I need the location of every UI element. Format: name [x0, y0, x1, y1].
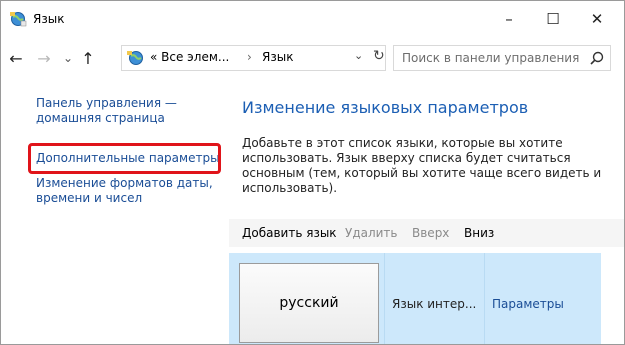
sidebar-item-label: домашняя страница [36, 111, 165, 125]
up-arrow-icon[interactable]: ↑ [79, 47, 97, 69]
close-button[interactable]: ✕ [575, 1, 619, 37]
description-line: основным (тем, который вы хотите чаще вс… [242, 166, 602, 180]
window-title: Язык [33, 12, 65, 26]
back-arrow-icon[interactable]: ← [7, 47, 25, 69]
address-dropdown-icon[interactable]: ⌄ [354, 49, 363, 62]
forward-arrow-icon[interactable]: → [35, 47, 53, 69]
sidebar-item-label: Панель управления — [36, 96, 177, 110]
magnifier-icon[interactable] [589, 50, 605, 66]
language-interface-status: Язык интер... [392, 297, 477, 311]
sidebar-item-control-panel-home[interactable]: Панель управления — домашняя страница [36, 96, 177, 126]
language-toolbar: Добавить язык Удалить Вверх Вниз [229, 219, 624, 247]
column-divider [484, 253, 485, 344]
control-panel-globe-icon [127, 51, 143, 65]
sidebar-item-label: времени и чисел [36, 191, 143, 205]
description-line: использовать. Язык вверху списка будет с… [242, 151, 571, 165]
address-bar[interactable]: « Все элем... › Язык ⌄ ↻ [121, 45, 386, 71]
remove-button[interactable]: Удалить [345, 226, 398, 240]
maximize-button[interactable]: ☐ [531, 1, 575, 37]
column-divider [384, 253, 385, 344]
search-input[interactable]: Поиск в панели управления [393, 45, 611, 71]
move-down-button[interactable]: Вниз [464, 226, 494, 240]
page-title: Изменение языковых параметров [242, 98, 529, 117]
language-options-link[interactable]: Параметры [492, 297, 564, 311]
breadcrumb-language[interactable]: Язык [262, 50, 293, 64]
sidebar-item-label: Изменение форматов даты, [36, 176, 213, 190]
navigation-bar: ← → ⌄ ↑ « Все элем... › Язык ⌄ ↻ Поиск в… [1, 37, 624, 81]
minimize-button[interactable]: – [487, 1, 531, 37]
search-placeholder: Поиск в панели управления [402, 51, 580, 65]
refresh-icon[interactable]: ↻ [373, 48, 385, 64]
description-line: Добавьте в этот список языки, которые вы… [242, 136, 563, 150]
breadcrumb-separator: › [247, 50, 252, 64]
control-panel-globe-icon [10, 12, 27, 27]
title-bar: Язык – ☐ ✕ [1, 1, 624, 37]
language-window: Язык – ☐ ✕ ← → ⌄ ↑ « Все элем... › Язык … [0, 0, 625, 345]
move-up-button[interactable]: Вверх [412, 226, 449, 240]
description-text: Добавьте в этот список языки, которые вы… [242, 136, 612, 196]
add-language-button[interactable]: Добавить язык [242, 226, 337, 240]
breadcrumb-all-items[interactable]: « Все элем... [150, 50, 229, 64]
language-list-row[interactable]: русский Язык интер... Параметры [229, 253, 601, 344]
highlight-annotation-box [28, 143, 221, 174]
description-line: использовать). [242, 181, 338, 195]
language-name-tile[interactable]: русский [239, 263, 379, 343]
sidebar-item-change-formats[interactable]: Изменение форматов даты, времени и чисел [36, 176, 213, 206]
recent-locations-chevron-icon[interactable]: ⌄ [59, 47, 77, 69]
